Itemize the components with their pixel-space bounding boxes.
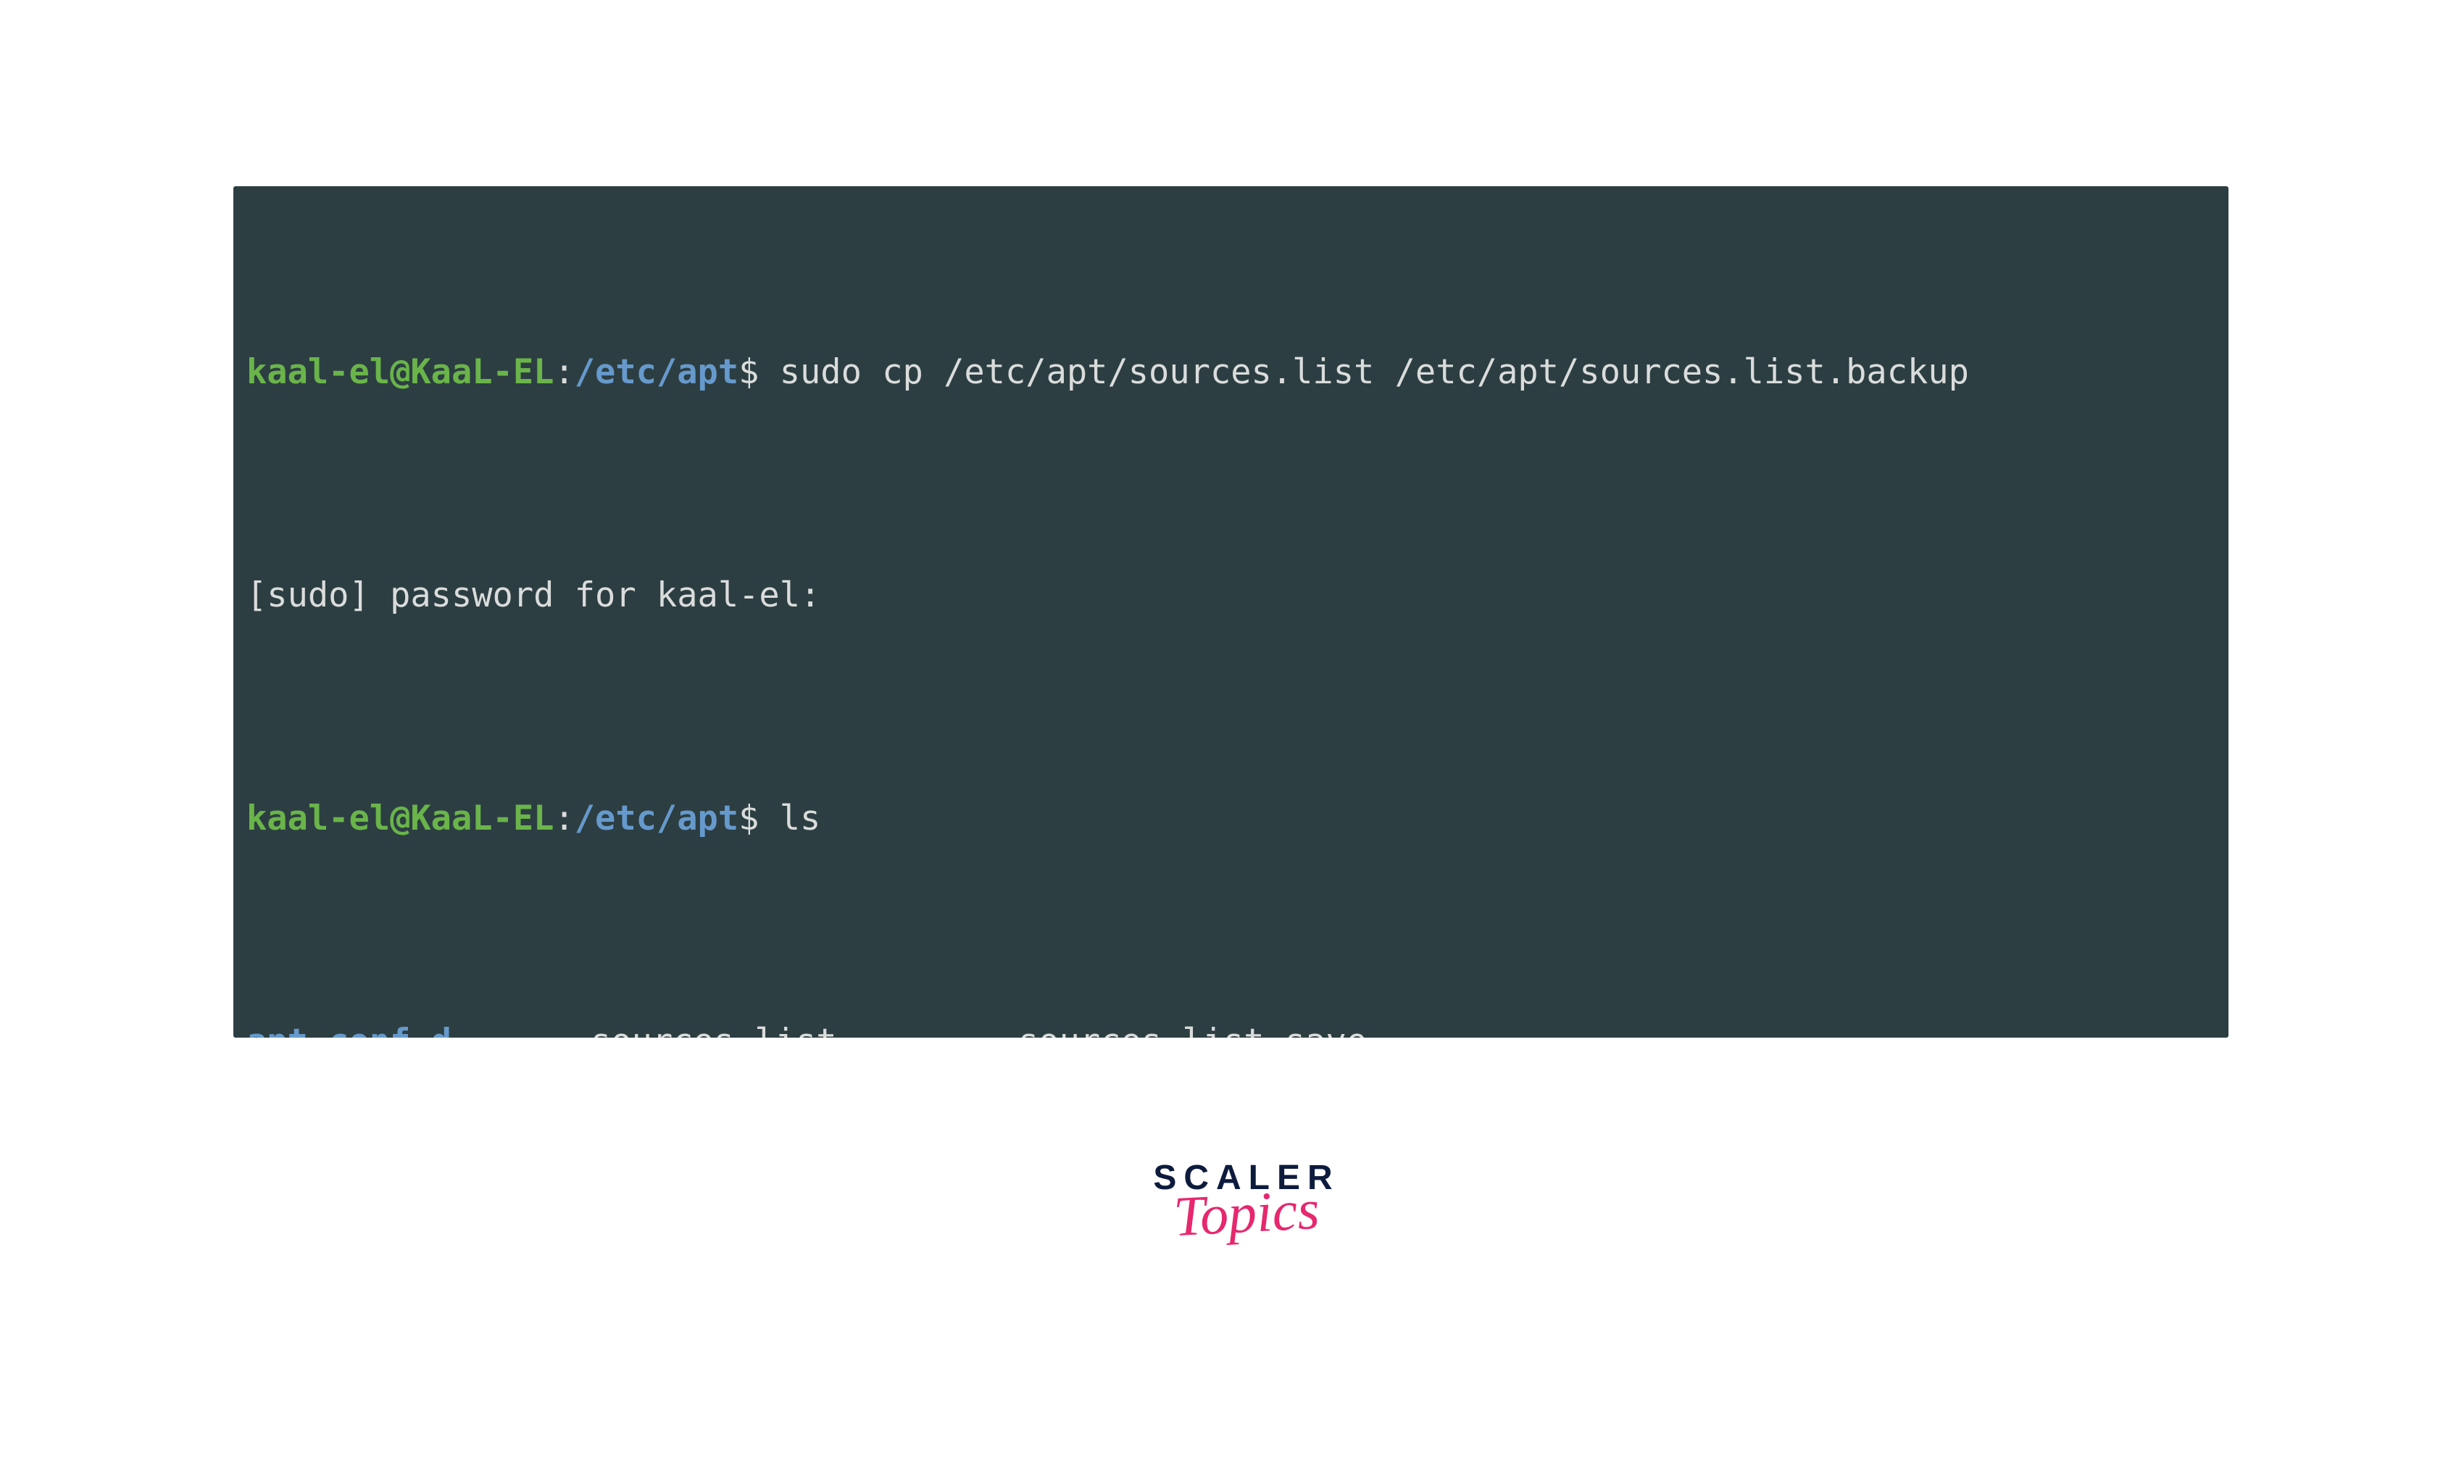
terminal-line: [sudo] password for kaal-el:	[246, 551, 2228, 638]
ls-entry-dir: apt.conf.d	[246, 1025, 591, 1038]
ls-entry-file: sources.list.save	[1018, 1025, 2228, 1038]
spacer	[759, 801, 779, 835]
prompt-colon: :	[554, 355, 574, 389]
prompt-colon: :	[554, 801, 574, 835]
ls-row: apt.conf.d sources.list sources.list.sav…	[246, 998, 2228, 1038]
prompt-symbol: $	[738, 355, 759, 389]
prompt-cwd: /etc/apt	[575, 355, 738, 389]
command-text: ls	[780, 801, 821, 835]
scaler-topics-logo: SCALER Topics	[1131, 1158, 1362, 1238]
command-text: sudo cp /etc/apt/sources.list /etc/apt/s…	[780, 355, 1969, 389]
sudo-password-prompt: [sudo] password for kaal-el:	[246, 578, 820, 612]
terminal-content: kaal-el@KaaL-EL:/etc/apt$ sudo cp /etc/a…	[233, 186, 2228, 1038]
prompt-at: @	[390, 801, 410, 835]
terminal-window[interactable]: kaal-el@KaaL-EL:/etc/apt$ sudo cp /etc/a…	[233, 186, 2228, 1038]
prompt-symbol: $	[738, 801, 759, 835]
prompt-at: @	[390, 355, 410, 389]
prompt-host: KaaL-EL	[410, 801, 554, 835]
ls-entry-file: sources.list	[591, 1025, 1018, 1038]
terminal-line: kaal-el@KaaL-EL:/etc/apt$ sudo cp /etc/a…	[246, 328, 2228, 415]
prompt-user: kaal-el	[246, 801, 390, 835]
prompt-host: KaaL-EL	[410, 355, 554, 389]
spacer	[759, 355, 779, 389]
prompt-cwd: /etc/apt	[575, 801, 738, 835]
terminal-line: kaal-el@KaaL-EL:/etc/apt$ ls	[246, 775, 2228, 862]
prompt-user: kaal-el	[246, 355, 390, 389]
